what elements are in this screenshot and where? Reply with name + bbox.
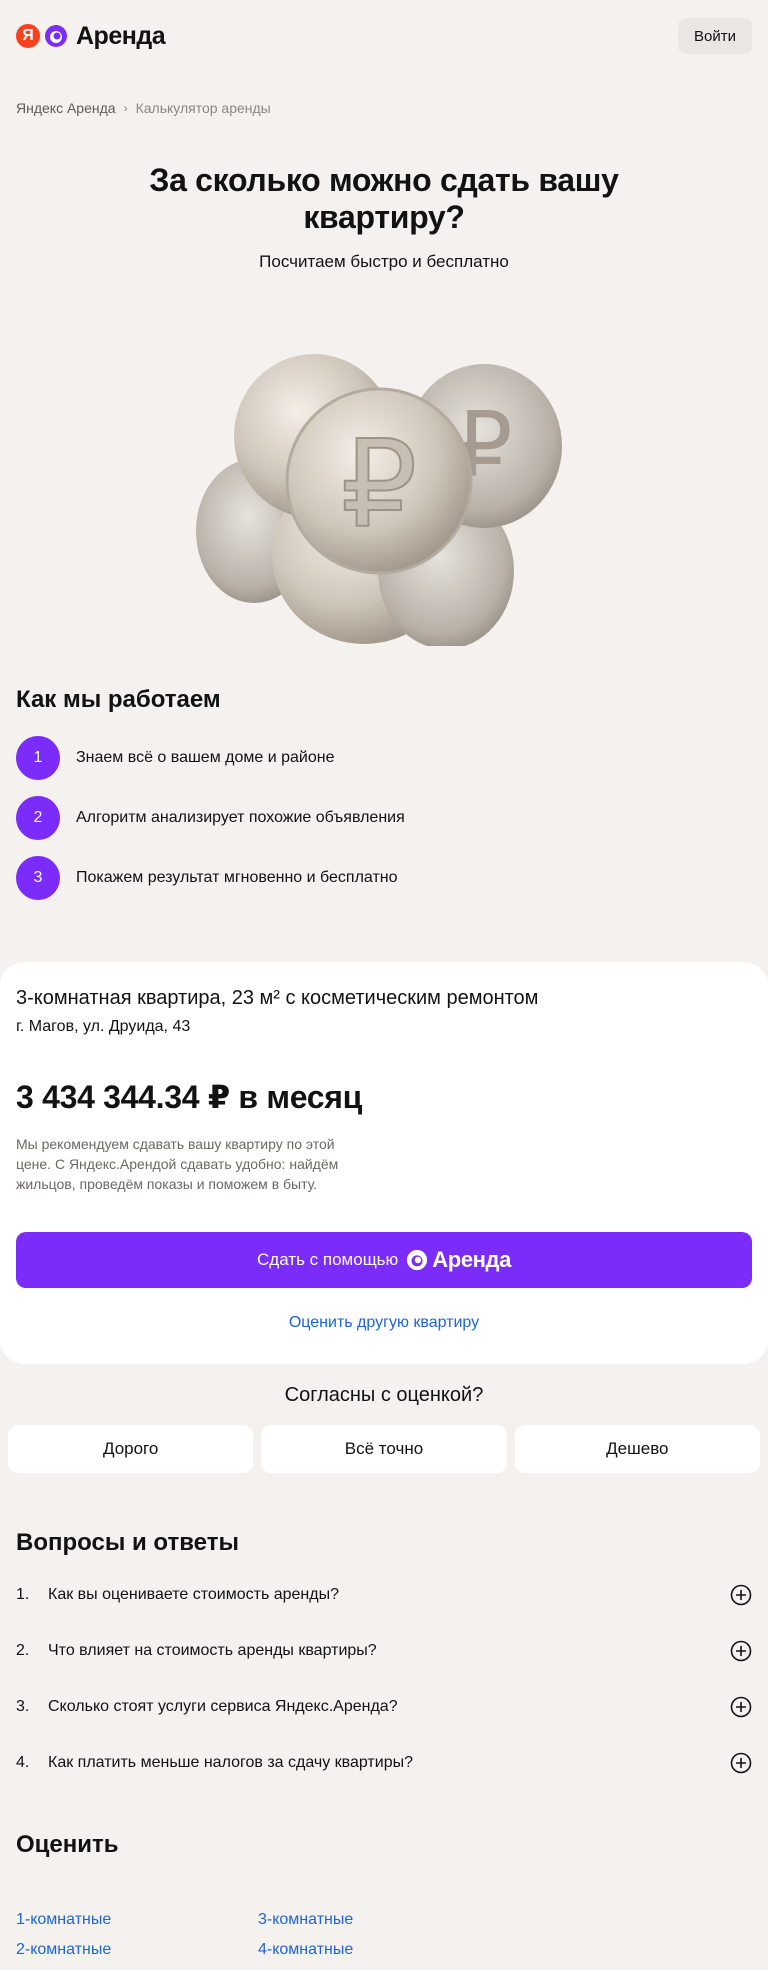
breadcrumb-separator: › — [123, 101, 128, 115]
step-number: 1 — [16, 736, 60, 780]
faq-question: Сколько стоят услуги сервиса Яндекс.Арен… — [48, 1698, 398, 1715]
evaluate-other-link[interactable]: Оценить другую квартиру — [16, 1314, 752, 1332]
svg-text:₽: ₽ — [341, 416, 417, 555]
plus-circle-icon[interactable] — [730, 1696, 752, 1718]
breadcrumb-home-link[interactable]: Яндекс Аренда — [16, 100, 116, 116]
breadcrumb: Яндекс Аренда › Калькулятор аренды — [0, 72, 768, 120]
hero: За сколько можно сдать вашу квартиру? По… — [0, 120, 768, 646]
page-subtitle: Посчитаем быстро и бесплатно — [259, 252, 509, 271]
faq-item[interactable]: 3. Сколько стоят услуги сервиса Яндекс.А… — [16, 1679, 752, 1735]
step-item: 2 Алгоритм анализирует похожие объявлени… — [16, 788, 752, 848]
price-note: Мы рекомендуем сдавать вашу квартиру по … — [16, 1136, 339, 1192]
faq-item[interactable]: 2. Что влияет на стоимость аренды кварти… — [16, 1623, 752, 1679]
how-we-work: Как мы работаем 1 Знаем всё о вашем доме… — [0, 646, 768, 908]
step-text: Алгоритм анализирует похожие объявления — [76, 809, 405, 826]
faq-number: 2. — [16, 1642, 30, 1659]
rent-with-arenda-button[interactable]: Сдать с помощью Аренда — [16, 1232, 752, 1288]
faq-title: Вопросы и ответы — [16, 1529, 239, 1556]
evaluate-title: Оценить — [16, 1831, 119, 1858]
plus-circle-icon[interactable] — [730, 1752, 752, 1774]
header: Я Аренда Войти — [0, 0, 768, 72]
faq-question: Как вы оцениваете стоимость аренды? — [48, 1586, 339, 1603]
faq-number: 4. — [16, 1754, 30, 1771]
arenda-brand-text: Аренда — [432, 1247, 511, 1272]
evaluate-section: Оценить 1-комнатные 3-комнатные 2-комнат… — [0, 1791, 768, 1961]
step-item: 1 Знаем всё о вашем доме и районе — [16, 728, 752, 788]
page-title: За сколько можно сдать вашу квартиру? — [149, 162, 619, 235]
faq-number: 3. — [16, 1698, 30, 1715]
evaluate-2-room-link[interactable]: 2-комнатные — [16, 1939, 258, 1961]
faq-item[interactable]: 1. Как вы оцениваете стоимость аренды? — [16, 1567, 752, 1623]
feedback-cheap-button[interactable]: Дешево — [514, 1425, 760, 1473]
rent-button-label: Сдать с помощью — [257, 1250, 399, 1269]
login-button[interactable]: Войти — [678, 18, 752, 54]
page: Я Аренда Войти Яндекс Аренда › Калькулят… — [0, 0, 768, 1970]
breadcrumb-current: Калькулятор аренды — [135, 100, 271, 116]
arenda-brand: Аренда — [406, 1247, 511, 1273]
feedback-options: Дорого Всё точно Дешево — [0, 1407, 768, 1473]
faq-question: Как платить меньше налогов за сдачу квар… — [48, 1754, 413, 1771]
plus-circle-icon[interactable] — [730, 1640, 752, 1662]
feedback-title: Согласны с оценкой? — [284, 1384, 484, 1406]
faq-question: Что влияет на стоимость аренды квартиры? — [48, 1642, 377, 1659]
plus-circle-icon[interactable] — [730, 1584, 752, 1606]
step-text: Знаем всё о вашем доме и районе — [76, 749, 335, 766]
logo[interactable]: Я Аренда — [16, 21, 166, 51]
evaluate-1-room-link[interactable]: 1-комнатные — [16, 1909, 258, 1931]
feedback-accurate-button[interactable]: Всё точно — [261, 1425, 507, 1473]
step-item: 3 Покажем результат мгновенно и бесплатн… — [16, 848, 752, 908]
yandex-logo-icon: Я — [16, 24, 40, 48]
faq: Вопросы и ответы 1. Как вы оцениваете ст… — [0, 1473, 768, 1791]
step-text: Покажем результат мгновенно и бесплатно — [76, 869, 398, 886]
apartment-title: 3-комнатная квартира, 23 м² с косметичес… — [16, 987, 539, 1009]
step-number: 2 — [16, 796, 60, 840]
arenda-ring-icon — [407, 1249, 428, 1271]
evaluate-3-room-link[interactable]: 3-комнатные — [258, 1909, 500, 1931]
logo-text: Аренда — [76, 21, 166, 50]
how-title: Как мы работаем — [16, 686, 221, 713]
rent-price: 3 434 344.34 ₽ в месяц — [16, 1079, 363, 1115]
step-number: 3 — [16, 856, 60, 900]
arenda-ring-icon — [45, 25, 67, 47]
faq-item[interactable]: 4. Как платить меньше налогов за сдачу к… — [16, 1735, 752, 1791]
faq-number: 1. — [16, 1586, 30, 1603]
evaluate-links: 1-комнатные 3-комнатные 2-комнатные 4-ко… — [16, 1909, 752, 1961]
ruble-coins-icon: ₽ ₽ — [196, 354, 562, 646]
apartment-address: г. Магов, ул. Друида, 43 — [16, 1018, 191, 1035]
evaluate-4-room-link[interactable]: 4-комнатные — [258, 1939, 500, 1961]
feedback: Согласны с оценкой? Дорого Всё точно Деш… — [0, 1364, 768, 1473]
result-card: 3-комнатная квартира, 23 м² с косметичес… — [0, 962, 768, 1364]
feedback-expensive-button[interactable]: Дорого — [8, 1425, 254, 1473]
